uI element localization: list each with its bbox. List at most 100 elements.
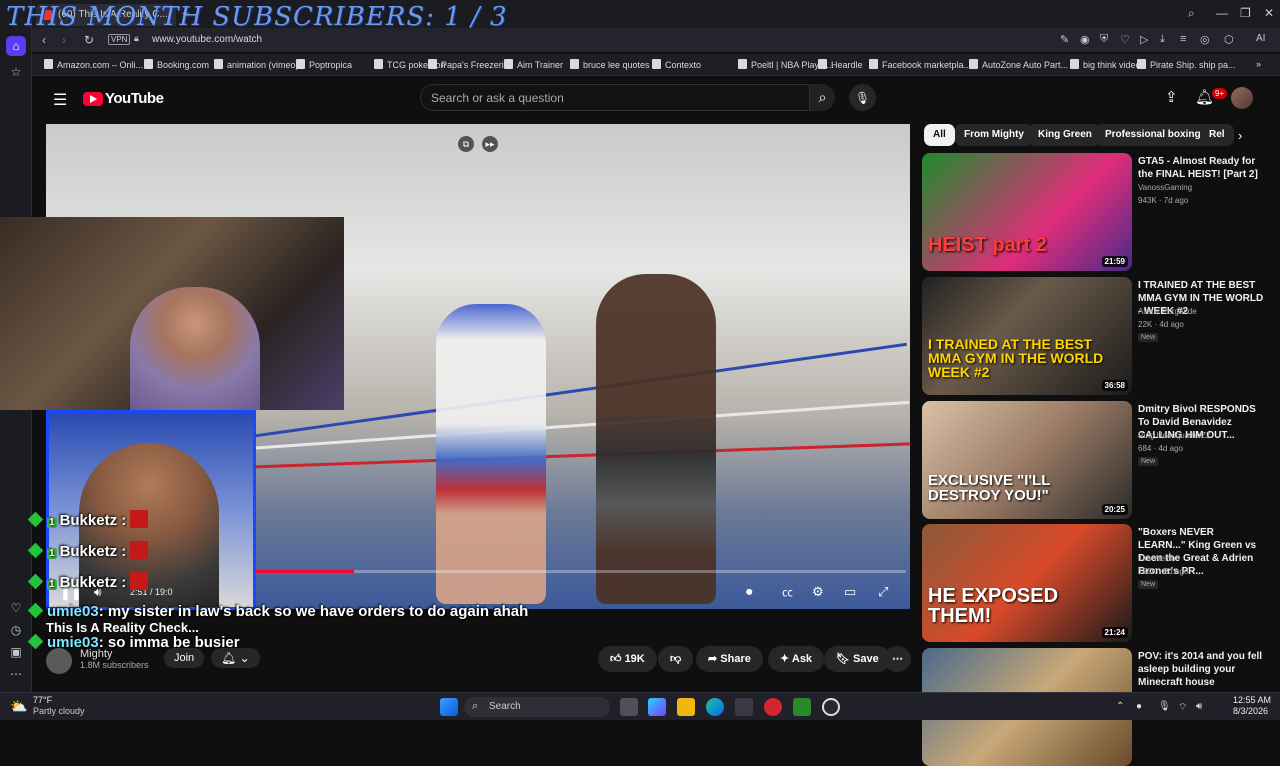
microphone-icon[interactable]: 🎙︎ [849,84,876,111]
filter-chip[interactable]: Rel [1200,124,1234,146]
autoplay-toggle[interactable]: ⏺ [746,584,753,600]
minimize-icon[interactable]: — [1216,6,1228,20]
hamburger-menu-icon[interactable]: ☰ [53,90,67,110]
taskbar-search[interactable]: Search [464,697,610,717]
video-thumbnail[interactable]: HE EXPOSED THEM! 21:24 [922,524,1132,642]
obs-icon[interactable] [822,698,840,716]
join-button[interactable]: Join [164,648,205,668]
filter-chip[interactable]: All [924,124,955,146]
share-button[interactable]: ➦ Share [696,646,763,672]
chips-next-icon[interactable]: › [1238,128,1242,143]
shield-icon[interactable]: ⛨ [1100,33,1108,46]
home-icon[interactable]: ⌂ [6,36,26,56]
miniplayer-icon[interactable]: ⧉ [458,136,474,152]
more-icon[interactable]: ⋯ [6,664,26,684]
windows-start-icon[interactable] [440,698,458,716]
bookmark-item[interactable]: Pirate Ship. ship pa... [1137,59,1236,70]
play-icon[interactable]: ▷ [1140,33,1148,46]
video-progress-bar[interactable] [256,570,906,573]
back-icon[interactable]: ‹ [42,33,46,47]
weather-icon[interactable]: ⛅ [10,698,27,715]
account-avatar[interactable] [1231,87,1253,109]
ask-button[interactable]: ✦ Ask [768,646,825,672]
bookmark-item[interactable]: Facebook marketpla... [869,59,971,70]
filter-chip[interactable]: Professional boxing [1096,124,1210,146]
file-explorer-icon[interactable] [677,698,695,716]
bookmark-item[interactable]: Poptropica [296,59,352,70]
bookmark-item[interactable]: Papa's Freezeria [428,59,509,70]
filter-chip[interactable]: From Mighty [955,124,1033,146]
bookmark-item[interactable]: Aim Trainer [504,59,563,70]
maximize-icon[interactable]: ❐ [1240,6,1251,20]
settings-gear-icon[interactable]: ⚙ [812,584,824,600]
extensions-icon[interactable]: ⬡ [1224,33,1234,46]
filter-chip[interactable]: King Green [1029,124,1101,146]
video-thumbnail[interactable]: EXCLUSIVE "I'LL DESTROY YOU!" 20:25 [922,401,1132,519]
lock-icon[interactable]: 🔒︎ [134,33,139,44]
wallet-icon[interactable]: ▣ [6,642,26,662]
menu-icon[interactable]: ≡ [1180,33,1186,45]
search-input[interactable]: Search or ask a question [420,84,810,111]
heart-toolbar-icon[interactable]: ♡ [1120,33,1130,46]
recommended-channel[interactable]: Alexei Pergande [1138,307,1197,316]
heart-icon[interactable]: ♡ [6,598,26,618]
recommended-video[interactable]: EXCLUSIVE "I'LL DESTROY YOU!" 20:25 Dmitry… [922,401,1272,519]
recommended-title[interactable]: GTA5 - Almost Ready for the FINAL HEIST!… [1138,155,1264,181]
search-icon[interactable]: ⌕ [810,84,835,111]
theater-mode-icon[interactable]: ▭ [844,584,856,600]
recommended-channel[interactable]: Tim Welch [1138,554,1175,563]
recommended-title[interactable]: POV: it's 2014 and you fell asleep build… [1138,650,1264,689]
bookmark-item[interactable]: Heardle [818,59,863,70]
recommended-video[interactable]: I TRAINED AT THE BEST MMA GYM IN THE WOR… [922,277,1272,395]
bookmark-item[interactable]: Booking.com [144,59,209,70]
search-tabs-icon[interactable]: ⌕ [1188,6,1195,21]
video-thumbnail[interactable]: I TRAINED AT THE BEST MMA GYM IN THE WOR… [922,277,1132,395]
bookmark-item[interactable]: big think videos [1070,59,1145,70]
tray-mic-icon[interactable]: 🎙︎ [1158,701,1171,712]
camera-icon[interactable]: ◉ [1080,33,1090,46]
close-icon[interactable]: ✕ [1264,6,1274,20]
minecraft-icon[interactable] [793,698,811,716]
bookmarks-overflow-icon[interactable]: » [1256,59,1261,69]
recommended-channel[interactable]: Ring HeadquarterZZ [1138,431,1211,440]
notifications-bell-icon[interactable]: 🔔︎ [1195,88,1214,106]
bookmark-item[interactable]: AutoZone Auto Part... [969,59,1068,70]
profile-icon[interactable]: ◎ [1200,33,1210,46]
save-button[interactable]: 🔖︎ Save [824,646,891,672]
dislike-button[interactable]: 👎︎ [658,646,694,672]
opera-icon[interactable] [764,698,782,716]
upload-icon[interactable]: ⇪ [1165,88,1178,106]
channel-avatar[interactable] [46,648,72,674]
bookmark-item[interactable]: bruce lee quotes [570,59,650,70]
recommended-video[interactable]: HEIST part 2 21:59 GTA5 - Almost Ready for… [922,153,1272,271]
more-actions-icon[interactable]: ⋯ [884,646,911,672]
copilot-icon[interactable] [648,698,666,716]
task-view-icon[interactable] [620,698,638,716]
forward-icon[interactable]: › [62,33,66,47]
skip-icon[interactable]: ▸▸ [482,136,498,152]
tray-app-icon[interactable]: ● [1136,701,1142,712]
history-icon[interactable]: ◷ [6,620,26,640]
fullscreen-icon[interactable]: ⤢ [878,584,888,600]
recommended-video[interactable]: HE EXPOSED THEM! 21:24 "Boxers NEVER LEARN… [922,524,1272,642]
youtube-logo-text[interactable]: YouTube [105,90,164,107]
youtube-logo-icon[interactable] [83,92,103,106]
subscription-bell-icon[interactable]: 🔔︎ ⌄ [211,648,260,668]
bookmark-item[interactable]: Contexto [652,59,701,70]
vpn-badge[interactable]: VPN [108,34,131,45]
bookmark-item[interactable]: animation (vimeo) [214,59,299,70]
ai-button[interactable]: AI [1256,33,1265,44]
wifi-icon[interactable]: ⌔ [1178,701,1187,714]
star-icon[interactable]: ☆ [6,62,26,82]
edge-icon[interactable] [706,698,724,716]
url-field[interactable]: www.youtube.com/watch [152,34,262,45]
store-icon[interactable] [735,698,753,716]
tray-chevron-icon[interactable]: ⌃ [1116,701,1124,712]
video-thumbnail[interactable]: HEIST part 2 21:59 [922,153,1132,271]
download-icon[interactable]: ⤓ [1160,33,1165,46]
like-button[interactable]: 👍︎ 19K [598,646,657,672]
channel-name[interactable]: Mighty [80,648,112,660]
bookmark-item[interactable]: Amazon.com – Onli... [44,59,143,70]
edit-icon[interactable]: ✎ [1060,33,1069,46]
recommended-channel[interactable]: VanossGaming [1138,183,1192,192]
